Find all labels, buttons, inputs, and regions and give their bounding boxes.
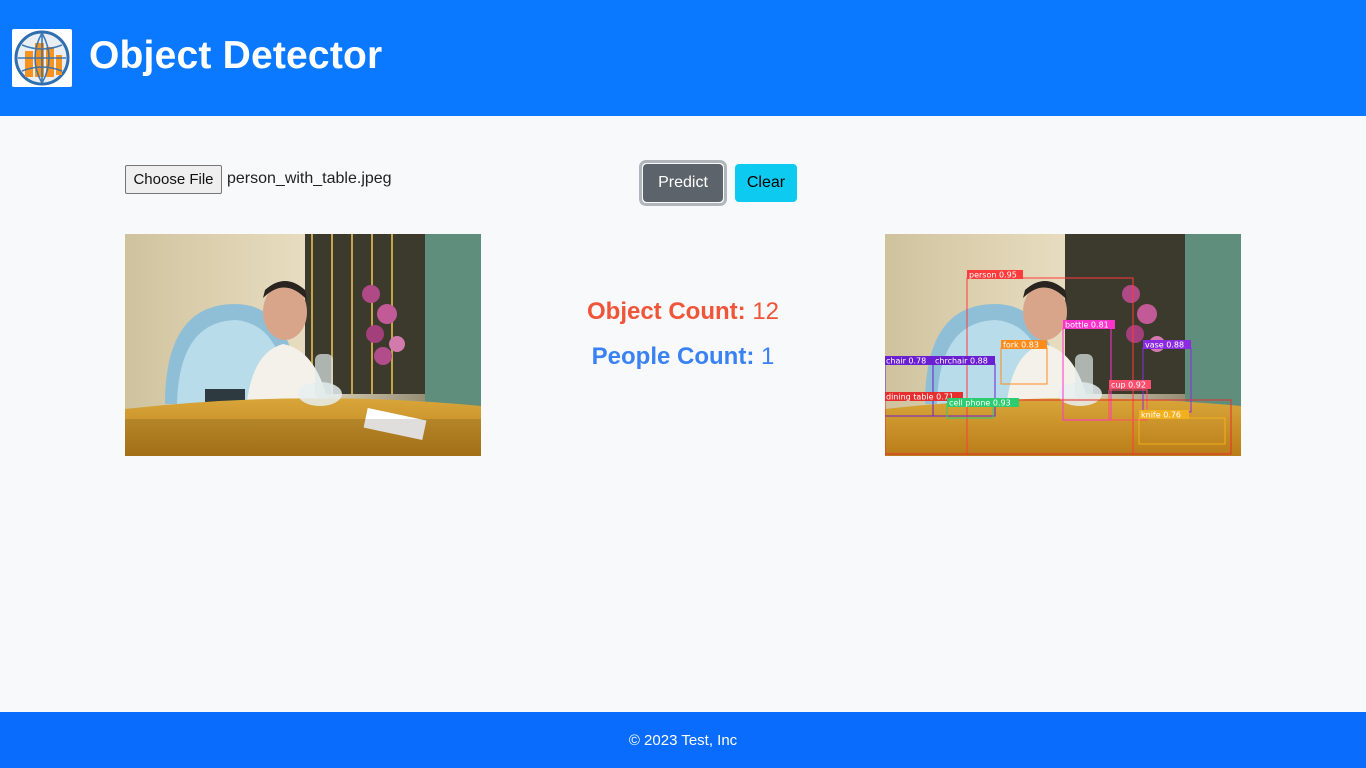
footer-bar: © 2023 Test, Inc (0, 712, 1366, 768)
footer-copyright: © 2023 Test, Inc (628, 731, 738, 749)
clear-button[interactable]: Clear (735, 164, 797, 202)
detection-label-fork: fork 0.83 (1003, 341, 1039, 350)
globe-buildings-logo-icon (12, 29, 72, 87)
detection-label-cup: cup 0.92 (1111, 381, 1146, 390)
header-bar: Object Detector (0, 0, 1366, 116)
detection-label-chair: chair 0.78 (886, 357, 926, 366)
input-image (125, 234, 481, 456)
object-count-label: Object Count: (586, 298, 746, 325)
people-count-label: People Count: (591, 343, 755, 370)
people-count-value: 1 (760, 343, 775, 370)
detection-label-knife: knife 0.76 (1141, 411, 1181, 420)
object-count: Object Count: 12 (500, 297, 866, 327)
annotated-output-image: person 0.95 bottle 0.81 fork 0.83 vase 0… (885, 234, 1241, 456)
detection-label-person: person 0.95 (969, 271, 1017, 280)
detection-label-chrchair: chrchair 0.88 (935, 357, 988, 366)
choose-file-button[interactable]: Choose File (125, 165, 222, 194)
selected-file-name: person_with_table.jpeg (227, 170, 392, 187)
object-count-value: 12 (752, 298, 780, 325)
detection-label-dining-table: dining table 0.71 (886, 393, 954, 402)
predict-button[interactable]: Predict (643, 164, 723, 202)
people-count: People Count: 1 (500, 342, 866, 372)
page-title: Object Detector (89, 34, 383, 77)
detection-label-bottle: bottle 0.81 (1065, 321, 1109, 330)
detection-label-vase: vase 0.88 (1145, 341, 1184, 350)
detection-label-cell-phone: cell phone 0.93 (949, 399, 1011, 408)
